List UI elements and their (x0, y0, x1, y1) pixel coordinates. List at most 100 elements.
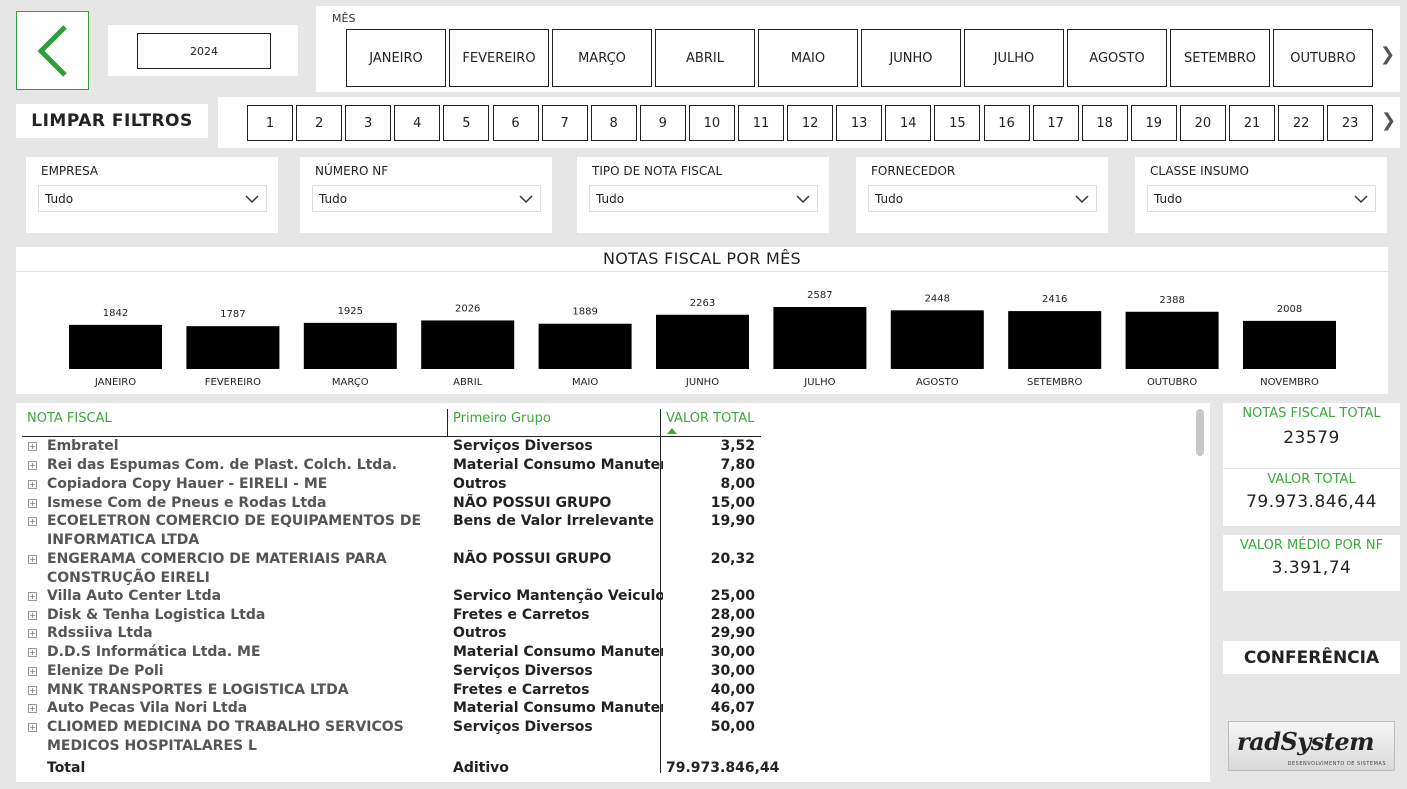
day-slicer: 1 2 3 4 5 6 7 8 9 10 11 12 13 14 15 16 17 18 19 20 21 22 23 ❯ (218, 97, 1400, 148)
bar-abril[interactable] (421, 320, 515, 369)
day-button-20[interactable]: 20 (1179, 105, 1226, 141)
day-button-17[interactable]: 17 (1032, 105, 1079, 141)
month-button-junho[interactable]: JUNHO (861, 29, 961, 87)
filter-dropdown[interactable]: Tudo (589, 185, 818, 212)
header-nota-fiscal[interactable]: NOTA FISCAL (27, 411, 112, 426)
month-button-abril[interactable]: ABRIL (655, 29, 755, 87)
chevron-right-icon[interactable]: ❯ (1380, 44, 1395, 65)
kpi-value: 3.391,74 (1271, 558, 1352, 578)
month-button-outubro[interactable]: OUTUBRO (1273, 29, 1373, 87)
day-button-10[interactable]: 10 (688, 105, 735, 141)
expand-icon[interactable]: + (28, 461, 37, 470)
group-name: Material Consumo Manutenção (453, 644, 663, 660)
day-button-3[interactable]: 3 (345, 105, 392, 141)
expand-icon[interactable]: + (28, 442, 37, 451)
filter-value: Tudo (875, 191, 904, 206)
day-button-7[interactable]: 7 (541, 105, 588, 141)
expand-icon[interactable]: + (28, 667, 37, 676)
bar-setembro[interactable] (1008, 311, 1102, 369)
total-value: 30,00 (710, 663, 755, 679)
month-button-setembro[interactable]: SETEMBRO (1170, 29, 1270, 87)
day-button-23[interactable]: 23 (1327, 105, 1374, 141)
data-label: 2587 (807, 290, 832, 301)
group-name: Fretes e Carretos (453, 682, 590, 698)
chevron-right-icon[interactable]: ❯ (1381, 110, 1396, 131)
header-valor-total[interactable]: VALOR TOTAL (666, 411, 754, 426)
x-tick-label: MARÇO (332, 377, 369, 388)
month-button-fevereiro[interactable]: FEVEREIRO (449, 29, 549, 87)
bar-março[interactable] (303, 322, 397, 369)
x-tick-label: JULHO (803, 377, 835, 388)
header-primeiro-grupo[interactable]: Primeiro Grupo (453, 411, 551, 426)
day-button-18[interactable]: 18 (1081, 105, 1128, 141)
bar-maio[interactable] (538, 323, 632, 369)
filter-dropdown[interactable]: Tudo (38, 185, 267, 212)
day-button-5[interactable]: 5 (443, 105, 490, 141)
scrollbar-thumb[interactable] (1196, 409, 1204, 456)
bar-outubro[interactable] (1125, 311, 1219, 369)
filter-dropdown[interactable]: Tudo (868, 185, 1097, 212)
day-button-6[interactable]: 6 (492, 105, 539, 141)
day-button-1[interactable]: 1 (247, 105, 293, 141)
conference-button[interactable]: CONFERÊNCIA (1223, 641, 1400, 674)
chevron-down-icon (519, 195, 533, 204)
filter-dropdown[interactable]: Tudo (1147, 185, 1376, 212)
day-button-19[interactable]: 19 (1130, 105, 1177, 141)
day-button-8[interactable]: 8 (590, 105, 637, 141)
total-value: 20,32 (710, 551, 755, 567)
month-button-julho[interactable]: JULHO (964, 29, 1064, 87)
total-value: 40,00 (710, 682, 755, 698)
kpi-label: NOTAS FISCAL TOTAL (1242, 406, 1381, 421)
expand-icon[interactable]: + (28, 704, 37, 713)
expand-icon[interactable]: + (28, 480, 37, 489)
logo-subtitle: DESENVOLVIMENTO DE SISTEMAS (1287, 761, 1386, 767)
day-button-2[interactable]: 2 (296, 105, 343, 141)
expand-icon[interactable]: + (28, 555, 37, 564)
bar-junho[interactable] (656, 314, 749, 369)
month-button-maio[interactable]: MAIO (758, 29, 858, 87)
bar-janeiro[interactable] (69, 324, 162, 369)
supplier-name: Rei das Espumas Com. de Plast. Colch. Lt… (47, 457, 398, 473)
filter-tipo-de-nota-fiscal: TIPO DE NOTA FISCAL Tudo (577, 157, 829, 233)
month-button-janeiro[interactable]: JANEIRO (346, 29, 446, 87)
day-button-14[interactable]: 14 (885, 105, 932, 141)
expand-icon[interactable]: + (28, 629, 37, 638)
expand-icon[interactable]: + (28, 517, 37, 526)
day-button-11[interactable]: 11 (738, 105, 784, 141)
bar-novembro[interactable] (1243, 320, 1336, 369)
day-button-12[interactable]: 12 (787, 105, 834, 141)
x-tick-label: MAIO (572, 377, 598, 388)
day-button-22[interactable]: 22 (1278, 105, 1325, 141)
day-button-9[interactable]: 9 (639, 105, 686, 141)
supplier-name: D.D.S Informática Ltda. ME (47, 644, 261, 660)
bar-julho[interactable] (773, 307, 867, 369)
expand-icon[interactable]: + (28, 648, 37, 657)
bar-fevereiro[interactable] (186, 326, 280, 369)
expand-icon[interactable]: + (28, 499, 37, 508)
day-button-21[interactable]: 21 (1229, 105, 1275, 141)
day-button-16[interactable]: 16 (983, 105, 1030, 141)
group-name: Outros (453, 625, 507, 641)
kpi-card-valor-medio: VALOR MÉDIO POR NF 3.391,74 (1223, 535, 1400, 591)
supplier-name: Disk & Tenha Logistica Ltda (47, 607, 266, 623)
day-button-15[interactable]: 15 (934, 105, 981, 141)
filter-dropdown[interactable]: Tudo (312, 185, 541, 212)
day-button-4[interactable]: 4 (394, 105, 441, 141)
back-button[interactable] (16, 11, 89, 90)
total-value: 50,00 (710, 719, 755, 735)
expand-icon[interactable]: + (28, 611, 37, 620)
year-button[interactable]: 2024 (137, 33, 271, 69)
day-button-13[interactable]: 13 (836, 105, 883, 141)
scrollbar[interactable] (1196, 409, 1204, 777)
month-button-agosto[interactable]: AGOSTO (1067, 29, 1167, 87)
expand-icon[interactable]: + (28, 723, 37, 732)
data-label: 1889 (572, 307, 597, 318)
expand-icon[interactable]: + (28, 592, 37, 601)
clear-filters-button[interactable]: LIMPAR FILTROS (16, 104, 208, 138)
month-button-março[interactable]: MARÇO (552, 29, 652, 87)
monthly-invoices-chart: 1842 JANEIRO 1787 FEVEREIRO 1925 MARÇO 2026 ABR… (16, 247, 1388, 394)
expand-icon[interactable]: + (28, 686, 37, 695)
x-tick-label: NOVEMBRO (1260, 377, 1319, 388)
filter-n-mero-nf: NÚMERO NF Tudo (300, 157, 552, 233)
bar-agosto[interactable] (890, 310, 984, 369)
